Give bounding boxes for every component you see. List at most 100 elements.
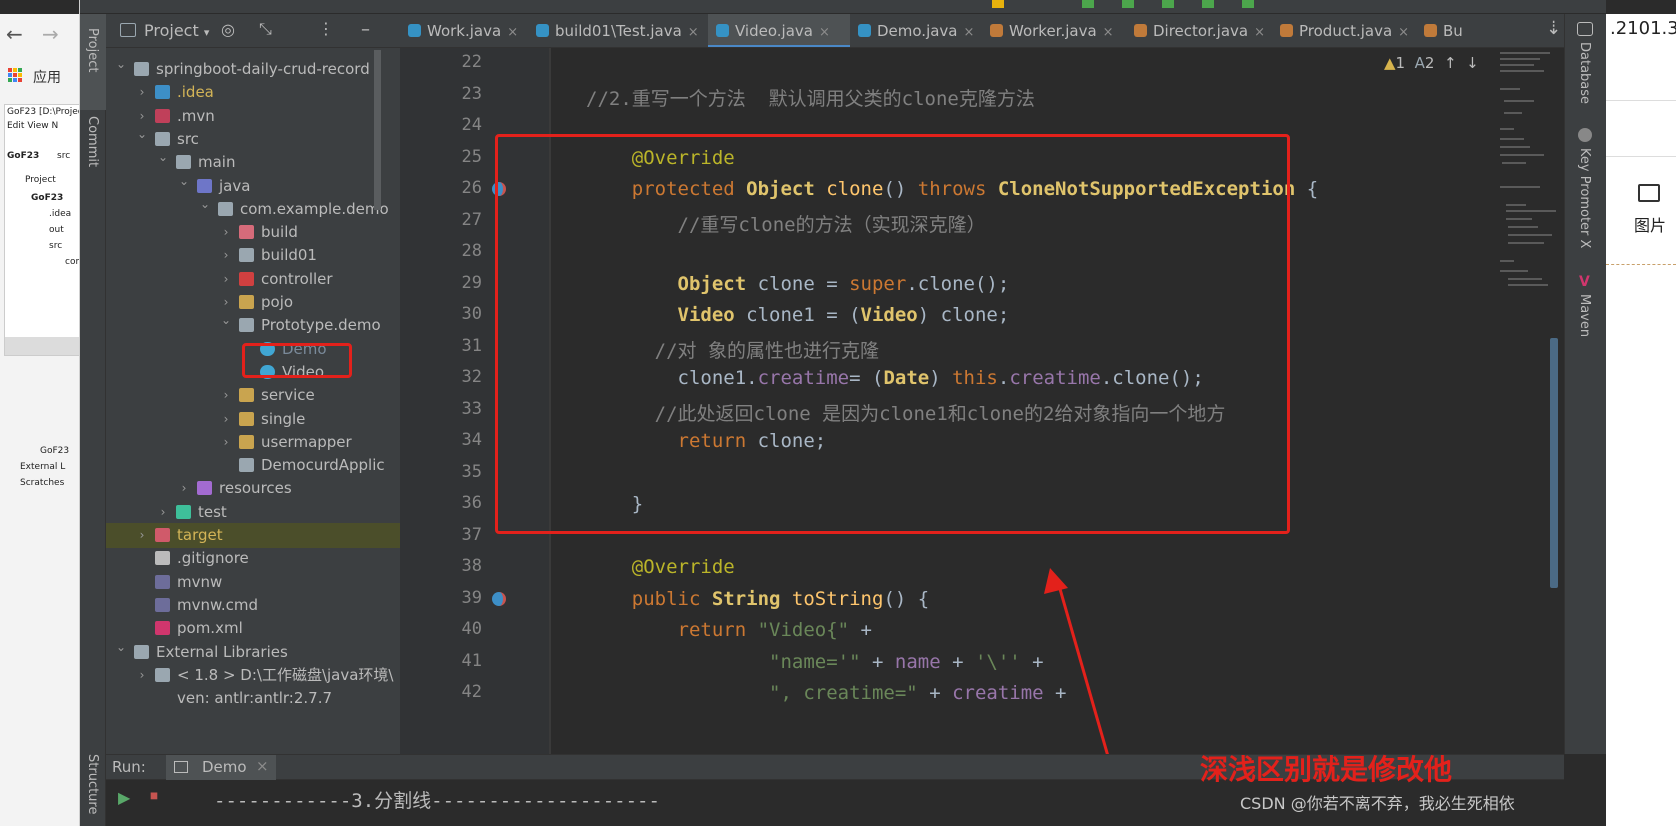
- tree-item-test[interactable]: › test: [106, 500, 400, 525]
- tree-item-service[interactable]: › service: [106, 383, 400, 408]
- tree-item-springboot-daily-crud-record[interactable]: ⌄ springboot-daily-crud-record: [106, 57, 400, 82]
- commit-tool-tab[interactable]: Commit: [85, 116, 100, 167]
- tab-work-java[interactable]: Work.java ×: [400, 14, 528, 47]
- tree-item-ven-antlr-antlr-2-7-7[interactable]: ven: antlr:antlr:2.7.7: [106, 686, 400, 711]
- stop-icon[interactable]: ⏹: [150, 786, 158, 806]
- tree-item-prototype-demo[interactable]: ⌄ Prototype.demo: [106, 313, 400, 338]
- next-highlight-icon[interactable]: ↓: [1466, 54, 1479, 72]
- line-number[interactable]: 22: [400, 52, 482, 72]
- tree-scrollbar[interactable]: [374, 50, 381, 210]
- image-label[interactable]: 图片: [1634, 212, 1666, 236]
- chevron-right-icon[interactable]: ›: [219, 383, 233, 408]
- maven-tool-tab[interactable]: Maven: [1577, 294, 1592, 337]
- override-marker-icon[interactable]: [492, 591, 506, 606]
- rerun-icon[interactable]: ▶: [118, 788, 130, 807]
- chevron-right-icon[interactable]: ›: [135, 80, 149, 105]
- tree-item-com-example-demo[interactable]: ⌄ com.example.demo: [106, 197, 400, 222]
- code-minimap[interactable]: [1498, 48, 1560, 288]
- tab-video-java[interactable]: Video.java ×: [708, 14, 850, 47]
- line-number[interactable]: 26: [400, 178, 482, 198]
- tree-item-usermapper[interactable]: › usermapper: [106, 430, 400, 455]
- chevron-right-icon[interactable]: ›: [219, 430, 233, 455]
- editor-scrollbar[interactable]: [1550, 338, 1558, 588]
- tab-bu[interactable]: Bu: [1416, 14, 1466, 47]
- tab-director-java[interactable]: Director.java ×: [1126, 14, 1272, 47]
- chevron-right-icon[interactable]: ›: [219, 267, 233, 292]
- tree-item-democurdapplic[interactable]: DemocurdApplic: [106, 453, 400, 478]
- line-number[interactable]: 39: [400, 588, 482, 608]
- line-number[interactable]: 29: [400, 273, 482, 293]
- line-number[interactable]: 36: [400, 493, 482, 513]
- line-number[interactable]: 31: [400, 336, 482, 356]
- line-number[interactable]: 28: [400, 241, 482, 261]
- line-number[interactable]: 35: [400, 462, 482, 482]
- close-tab-icon[interactable]: ×: [964, 25, 975, 40]
- tree-item-pom-xml[interactable]: pom.xml: [106, 616, 400, 641]
- run-config-tab[interactable]: Demo ×: [166, 755, 276, 781]
- build-icon[interactable]: [1242, 0, 1254, 8]
- tab-worker-java[interactable]: Worker.java ×: [982, 14, 1126, 47]
- line-number[interactable]: 42: [400, 682, 482, 702]
- tab-product-java[interactable]: Product.java ×: [1272, 14, 1416, 47]
- chevron-right-icon[interactable]: ›: [135, 663, 149, 688]
- options-icon[interactable]: ⋮: [318, 19, 334, 38]
- line-number[interactable]: 40: [400, 619, 482, 639]
- chevron-right-icon[interactable]: ›: [219, 243, 233, 268]
- code-line[interactable]: "name='" + name + '\'' +: [586, 651, 1044, 673]
- tree-item-src[interactable]: ⌄ src: [106, 127, 400, 152]
- chevron-down-icon[interactable]: ⌄: [156, 145, 170, 170]
- image-icon[interactable]: [1638, 184, 1660, 202]
- collapse-all-icon[interactable]: ⤡: [259, 19, 272, 39]
- tree-item-idea[interactable]: › .idea: [106, 80, 400, 105]
- chevron-right-icon[interactable]: ›: [135, 523, 149, 548]
- tree-item-build[interactable]: › build: [106, 220, 400, 245]
- back-icon[interactable]: ←: [6, 22, 23, 46]
- project-tool-tab[interactable]: Project: [85, 28, 100, 72]
- inspection-widget[interactable]: ▲1 A2 ↑ ↓: [1384, 54, 1479, 72]
- maven-icon[interactable]: V: [1579, 274, 1590, 290]
- close-tab-icon[interactable]: ×: [819, 25, 830, 40]
- project-view-select[interactable]: Project ▾: [144, 21, 209, 40]
- key-promoter-tool-tab[interactable]: Key Promoter X: [1577, 148, 1592, 248]
- chevron-down-icon[interactable]: ⌄: [135, 122, 149, 147]
- line-number[interactable]: 30: [400, 304, 482, 324]
- tab-list-icon[interactable]: ⇣: [1546, 18, 1561, 39]
- forward-icon[interactable]: →: [42, 22, 59, 46]
- tree-item-gitignore[interactable]: .gitignore: [106, 546, 400, 571]
- line-number[interactable]: 25: [400, 147, 482, 167]
- close-tab-icon[interactable]: ×: [1398, 25, 1409, 40]
- tree-item-mvn[interactable]: › .mvn: [106, 104, 400, 129]
- debug-icon[interactable]: [1122, 0, 1134, 8]
- prev-highlight-icon[interactable]: ↑: [1444, 54, 1457, 72]
- close-run-tab-icon[interactable]: ×: [256, 757, 269, 775]
- line-number[interactable]: 24: [400, 115, 482, 135]
- line-number[interactable]: 34: [400, 430, 482, 450]
- coverage-icon[interactable]: [1162, 0, 1174, 8]
- tree-item-single[interactable]: › single: [106, 407, 400, 432]
- chevron-down-icon[interactable]: ⌄: [177, 169, 191, 194]
- tree-item-java[interactable]: ⌄ java: [106, 174, 400, 199]
- tree-item-resources[interactable]: › resources: [106, 476, 400, 501]
- database-tool-tab[interactable]: Database: [1577, 42, 1592, 104]
- code-line[interactable]: public String toString() {: [586, 588, 929, 610]
- tree-item-pojo[interactable]: › pojo: [106, 290, 400, 315]
- key-promoter-icon[interactable]: [1578, 128, 1592, 142]
- line-number[interactable]: 27: [400, 210, 482, 230]
- tree-item-build01[interactable]: › build01: [106, 243, 400, 268]
- close-tab-icon[interactable]: ×: [1103, 25, 1114, 40]
- apps-grid-icon[interactable]: [8, 67, 22, 82]
- code-line[interactable]: //2.重写一个方法 默认调用父类的clone克隆方法: [586, 84, 1035, 111]
- close-tab-icon[interactable]: ×: [1254, 25, 1265, 40]
- tab-build01-test-java[interactable]: build01\Test.java ×: [528, 14, 708, 47]
- close-tab-icon[interactable]: ×: [688, 25, 699, 40]
- line-number[interactable]: 33: [400, 399, 482, 419]
- tree-item-main[interactable]: ⌄ main: [106, 150, 400, 175]
- chevron-right-icon[interactable]: ›: [219, 407, 233, 432]
- profile-icon[interactable]: [1202, 0, 1214, 8]
- hide-panel-icon[interactable]: –: [361, 19, 370, 40]
- line-number[interactable]: 23: [400, 84, 482, 104]
- chevron-down-icon[interactable]: ⌄: [198, 192, 212, 217]
- chevron-right-icon[interactable]: ›: [177, 476, 191, 501]
- code-line[interactable]: @Override: [586, 556, 735, 578]
- chevron-down-icon[interactable]: ⌄: [114, 635, 128, 660]
